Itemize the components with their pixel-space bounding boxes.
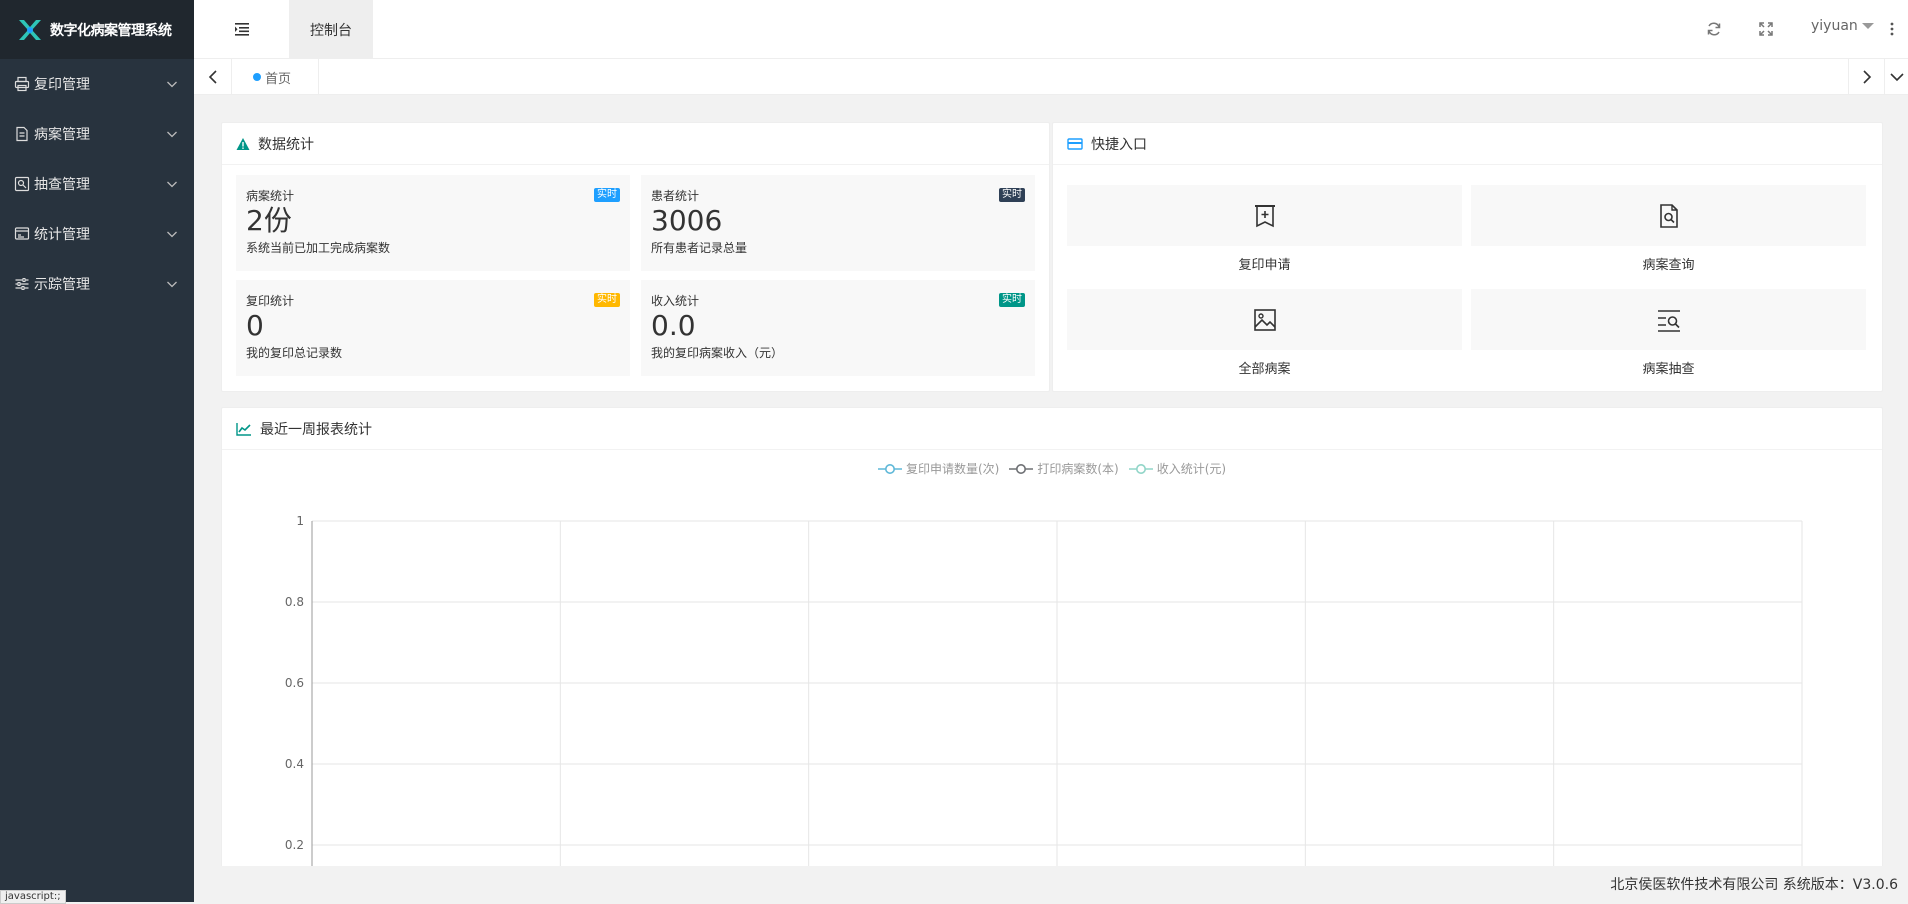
chevron-down-icon bbox=[167, 281, 177, 288]
quick-entry-button[interactable] bbox=[1067, 289, 1462, 350]
tab-next-button[interactable] bbox=[1848, 59, 1884, 95]
quick-entry-button[interactable] bbox=[1471, 185, 1866, 246]
image-icon bbox=[1253, 308, 1276, 331]
chevron-down-icon bbox=[167, 131, 177, 138]
inspect-icon bbox=[14, 176, 30, 192]
data-stats-header: 数据统计 bbox=[222, 123, 1049, 165]
sidebar-item-3[interactable]: 统计管理 bbox=[0, 209, 194, 259]
y-tick-label: 0.4 bbox=[285, 757, 304, 771]
refresh-icon[interactable] bbox=[1706, 21, 1722, 37]
sliders-icon bbox=[15, 278, 29, 290]
quick-entry-button[interactable] bbox=[1471, 289, 1866, 350]
footer-text: 北京侯医软件技术有限公司 系统版本：V3.0.6 bbox=[1610, 877, 1898, 893]
stat-value: 0.0 bbox=[651, 309, 696, 342]
chevron-down-icon bbox=[167, 181, 177, 188]
tab-dropdown-button[interactable] bbox=[1884, 59, 1908, 95]
chevron-right-icon bbox=[1862, 70, 1871, 84]
quick-entry-label: 病案抽查 bbox=[1642, 362, 1695, 377]
stat-card: 收入统计 0.0 我的复印病案收入（元） 实时 bbox=[641, 280, 1035, 376]
stat-title: 收入统计 bbox=[651, 294, 700, 308]
quick-entry-item[interactable]: 复印申请 bbox=[1067, 185, 1462, 273]
stat-card: 复印统计 0 我的复印总记录数 实时 bbox=[236, 280, 630, 376]
sidebar-menu: 复印管理病案管理抽查管理统计管理示踪管理 bbox=[0, 59, 194, 309]
list-search-icon bbox=[1657, 309, 1680, 332]
quick-entry-item[interactable]: 全部病案 bbox=[1067, 289, 1462, 377]
file-icon bbox=[16, 126, 28, 142]
tab-console[interactable]: 控制台 bbox=[289, 0, 373, 59]
card-icon bbox=[1067, 137, 1083, 150]
printer-icon bbox=[14, 76, 30, 92]
quick-entry-label: 病案查询 bbox=[1642, 258, 1695, 273]
chevron-down-icon bbox=[167, 81, 177, 88]
y-tick-label: 1 bbox=[296, 514, 304, 528]
quick-entry-title: 快捷入口 bbox=[1091, 136, 1147, 153]
header: 控制台 yiyuan bbox=[194, 0, 1908, 59]
status-badge: 实时 bbox=[594, 293, 620, 307]
data-stats-title: 数据统计 bbox=[258, 136, 314, 153]
logo-icon bbox=[19, 19, 41, 40]
status-badge: 实时 bbox=[594, 188, 620, 202]
sidebar-item-0[interactable]: 复印管理 bbox=[0, 59, 194, 109]
fullscreen-icon[interactable] bbox=[1758, 21, 1774, 37]
warning-icon bbox=[236, 137, 250, 150]
logo[interactable]: 数字化病案管理系统 bbox=[0, 0, 194, 59]
sidebar: 数字化病案管理系统 复印管理病案管理抽查管理统计管理示踪管理 bbox=[0, 0, 194, 902]
file-search-icon bbox=[1659, 203, 1678, 228]
sidebar-item-2[interactable]: 抽查管理 bbox=[0, 159, 194, 209]
tab-prev-button[interactable] bbox=[194, 59, 232, 95]
footer: 北京侯医软件技术有限公司 系统版本：V3.0.6 bbox=[194, 866, 1908, 902]
tab-home-label: 首页 bbox=[265, 71, 292, 87]
sidebar-item-label: 示踪管理 bbox=[34, 277, 90, 293]
menu-toggle-icon[interactable] bbox=[234, 21, 250, 37]
y-tick-label: 0.8 bbox=[285, 595, 304, 609]
more-vertical-icon[interactable] bbox=[1889, 21, 1895, 37]
stat-title: 病案统计 bbox=[246, 189, 295, 203]
sidebar-item-label: 病案管理 bbox=[34, 127, 90, 143]
stat-title: 复印统计 bbox=[246, 294, 295, 308]
data-stats-card: 数据统计 病案统计 2份 系统当前已加工完成病案数 实时 患者统计 3006 所有患者记录总… bbox=[221, 122, 1050, 392]
app-title: 数字化病案管理系统 bbox=[50, 22, 172, 39]
stat-description: 系统当前已加工完成病案数 bbox=[246, 241, 391, 255]
stat-value: 2份 bbox=[246, 204, 292, 237]
sidebar-item-label: 统计管理 bbox=[34, 227, 90, 243]
stat-description: 所有患者记录总量 bbox=[651, 241, 748, 255]
username: yiyuan bbox=[1811, 18, 1858, 34]
stat-value: 0 bbox=[246, 309, 264, 342]
chevron-down-icon bbox=[167, 231, 177, 238]
line-chart: 1 0.8 0.6 0.4 0.2 bbox=[285, 514, 1803, 868]
chevron-left-icon bbox=[208, 70, 217, 84]
y-tick-label: 0.2 bbox=[285, 838, 304, 852]
status-badge: 实时 bbox=[999, 188, 1025, 202]
quick-entry-button[interactable] bbox=[1067, 185, 1462, 246]
quick-entry-label: 全部病案 bbox=[1238, 362, 1291, 377]
weekly-report-card: 最近一周报表统计 复印申请数量(次) 打印病案数(本) 收入统计(元) 1 0.8 0.… bbox=[221, 407, 1883, 877]
stat-card: 病案统计 2份系统当前已加工完成病案数 实时 bbox=[236, 175, 630, 271]
active-dot-icon bbox=[253, 73, 261, 81]
sidebar-item-1[interactable]: 病案管理 bbox=[0, 109, 194, 159]
quick-entry-item[interactable]: 病案抽查 bbox=[1471, 289, 1866, 377]
chevron-down-icon bbox=[1889, 73, 1904, 82]
copy-request-icon bbox=[1254, 204, 1275, 227]
quick-entry-label: 复印申请 bbox=[1238, 258, 1291, 273]
sidebar-item-4[interactable]: 示踪管理 bbox=[0, 259, 194, 309]
tab-home[interactable]: 首页 bbox=[232, 59, 320, 95]
sidebar-item-label: 抽查管理 bbox=[34, 177, 90, 193]
quick-entry-card: 快捷入口 复印申请 病案查询全部病案 病案抽查 bbox=[1052, 122, 1883, 392]
quick-entry-item[interactable]: 病案查询 bbox=[1471, 185, 1866, 273]
stat-description: 我的复印病案收入（元） bbox=[651, 346, 784, 360]
chart-icon bbox=[14, 227, 30, 240]
stat-card: 患者统计 3006 所有患者记录总量 实时 bbox=[641, 175, 1035, 271]
quick-entry-header: 快捷入口 bbox=[1053, 123, 1882, 165]
stat-title: 患者统计 bbox=[651, 189, 700, 203]
stat-value: 3006 bbox=[651, 204, 723, 237]
tab-bar: 首页 bbox=[194, 59, 1908, 95]
status-badge: 实时 bbox=[999, 293, 1025, 307]
sidebar-item-label: 复印管理 bbox=[34, 77, 90, 93]
y-tick-label: 0.6 bbox=[285, 676, 304, 690]
user-menu[interactable]: yiyuan bbox=[1811, 18, 1874, 34]
caret-down-icon bbox=[1861, 23, 1874, 29]
stat-description: 我的复印总记录数 bbox=[246, 346, 343, 360]
